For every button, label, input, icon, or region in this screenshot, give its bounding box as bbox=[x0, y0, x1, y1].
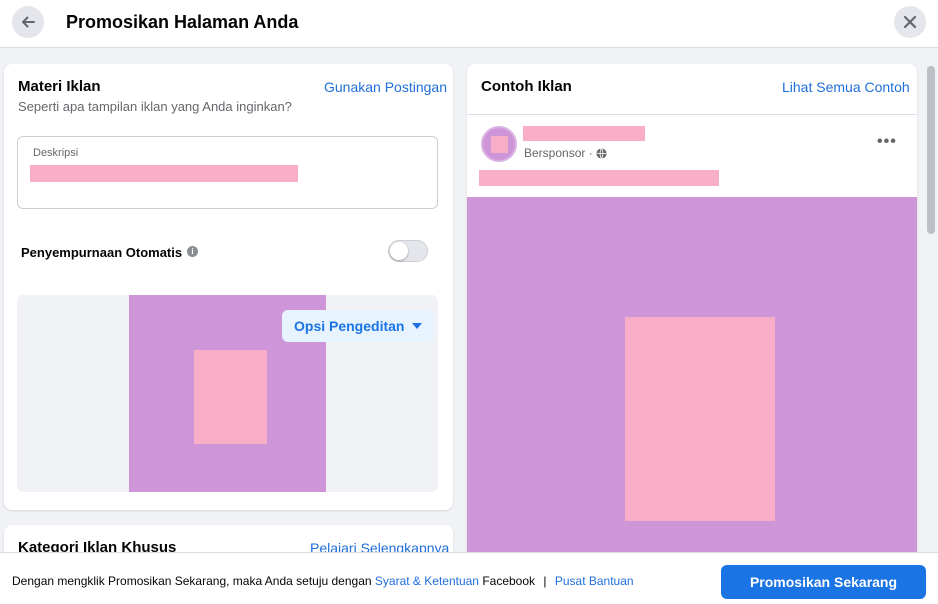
footer-text: Dengan mengklik Promosikan Sekarang, mak… bbox=[12, 574, 634, 588]
see-all-previews-link[interactable]: Lihat Semua Contoh bbox=[782, 78, 910, 96]
ad-preview-image-inner bbox=[625, 317, 775, 521]
ad-preview-frame: Bersponsor · ••• bbox=[467, 114, 917, 564]
auto-improve-label: Penyempurnaan Otomatis bbox=[21, 245, 183, 260]
ad-preview-card: Contoh Iklan Lihat Semua Contoh Berspons… bbox=[467, 64, 917, 564]
promote-now-button[interactable]: Promosikan Sekarang bbox=[721, 565, 926, 599]
info-icon[interactable]: i bbox=[187, 246, 198, 257]
footer-text-suffix: Facebook bbox=[482, 574, 536, 588]
description-label: Deskripsi bbox=[33, 147, 79, 159]
footer-text-prefix: Dengan mengklik Promosikan Sekarang, mak… bbox=[12, 574, 372, 588]
ad-material-card: Materi Iklan Gunakan Postingan Seperti a… bbox=[4, 64, 453, 510]
terms-link[interactable]: Syarat & Ketentuan bbox=[375, 574, 479, 588]
close-button[interactable] bbox=[894, 6, 926, 38]
media-preview-area: Opsi Pengeditan bbox=[17, 295, 438, 492]
edit-options-button[interactable]: Opsi Pengeditan bbox=[282, 310, 435, 342]
ad-material-title: Materi Iklan bbox=[18, 78, 101, 95]
more-horizontal-icon[interactable]: ••• bbox=[877, 133, 897, 151]
ad-preview-image bbox=[467, 197, 917, 564]
scrollbar-thumb[interactable] bbox=[927, 66, 935, 234]
arrow-left-icon bbox=[22, 16, 35, 28]
avatar-image-redacted bbox=[491, 136, 508, 153]
top-bar: Promosikan Halaman Anda bbox=[0, 0, 938, 48]
auto-improve-toggle[interactable] bbox=[388, 240, 428, 262]
back-button[interactable] bbox=[12, 6, 44, 38]
ad-text-redacted bbox=[479, 170, 719, 186]
use-post-link[interactable]: Gunakan Postingan bbox=[324, 78, 447, 96]
footer-separator: | bbox=[543, 574, 547, 588]
scrollbar[interactable] bbox=[924, 48, 938, 552]
description-value-redacted bbox=[30, 165, 298, 182]
sponsored-line: Bersponsor · bbox=[524, 146, 607, 160]
page-title: Promosikan Halaman Anda bbox=[66, 12, 299, 32]
close-icon bbox=[903, 15, 917, 29]
page-name-redacted bbox=[523, 126, 645, 141]
toggle-knob bbox=[390, 242, 408, 260]
caret-down-icon bbox=[412, 323, 423, 329]
description-field[interactable]: Deskripsi bbox=[17, 136, 438, 209]
ad-material-subtitle: Seperti apa tampilan iklan yang Anda ing… bbox=[18, 99, 292, 114]
edit-options-label: Opsi Pengeditan bbox=[294, 318, 405, 334]
sponsored-label: Bersponsor · bbox=[524, 146, 593, 160]
ad-preview-title: Contoh Iklan bbox=[481, 78, 572, 95]
globe-icon bbox=[596, 147, 607, 159]
avatar bbox=[481, 126, 517, 162]
ad-media-image-inner bbox=[194, 350, 267, 444]
help-center-link[interactable]: Pusat Bantuan bbox=[555, 574, 634, 588]
footer-bar: Dengan mengklik Promosikan Sekarang, mak… bbox=[0, 552, 938, 604]
